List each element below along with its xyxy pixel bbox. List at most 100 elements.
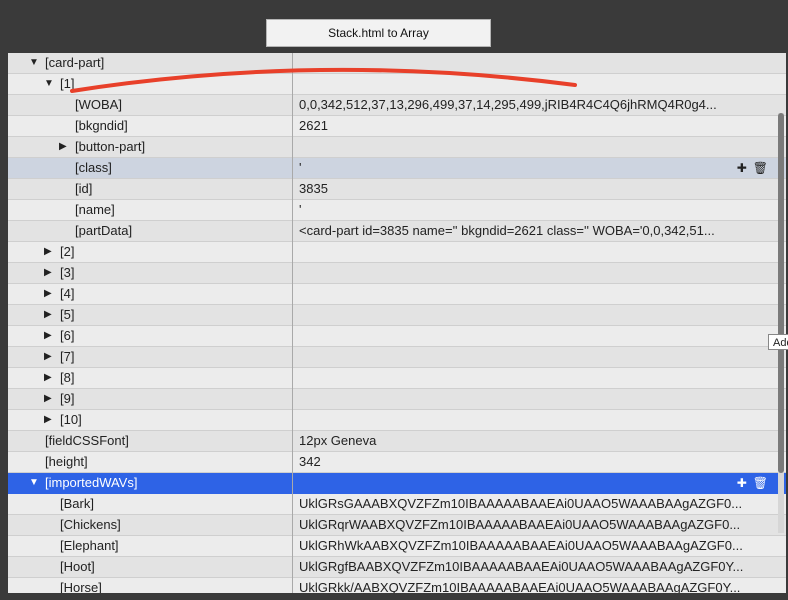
tree-row[interactable]: [fieldCSSFont] 12px Geneva <box>8 431 786 452</box>
tree-row[interactable]: [Chickens] UklGRqrWAABXQVZFZm10IBAAAAABAA… <box>8 515 786 536</box>
trash-icon[interactable]: 🗑 <box>753 476 768 490</box>
row-key: [8] <box>60 370 75 385</box>
scrollbar-thumb[interactable] <box>778 113 784 473</box>
collapse-triangle-icon[interactable]: ▼ <box>44 74 54 94</box>
row-key: [id] <box>75 181 93 196</box>
tree-row[interactable]: [partData] <card-part id=3835 name='' bkg… <box>8 221 786 242</box>
row-key: [10] <box>60 412 82 427</box>
tree-view: ▼ [card-part] ▼ [1] [WOBA] 0,0,342,512,37,13,… <box>8 53 786 593</box>
tree-row[interactable]: [Horse] UklGRkk/AABXQVZFZm10IBAAAAABAAEAi… <box>8 578 786 593</box>
row-value[interactable] <box>299 410 753 430</box>
row-value[interactable] <box>299 368 753 388</box>
row-key: [4] <box>60 286 75 301</box>
row-value[interactable]: UklGRhWkAABXQVZFZm10IBAAAAABAAEAi0UAAO5W… <box>299 536 753 556</box>
row-value[interactable] <box>299 473 753 493</box>
tree-row[interactable]: ▶ [9] <box>8 389 786 410</box>
collapse-triangle-icon[interactable]: ▼ <box>29 53 39 73</box>
row-key: [Horse] <box>60 580 102 593</box>
row-value[interactable] <box>299 137 753 157</box>
row-key: [Elephant] <box>60 538 119 553</box>
row-value[interactable] <box>299 305 753 325</box>
row-key: [class] <box>75 160 112 175</box>
tree-row[interactable]: ▼ [importedWAVs] ✚ 🗑 <box>8 473 786 494</box>
row-value[interactable]: ' <box>299 158 753 178</box>
expand-triangle-icon[interactable]: ▶ <box>44 389 52 409</box>
row-value[interactable] <box>299 263 753 283</box>
row-value[interactable]: 0,0,342,512,37,13,296,499,37,14,295,499,… <box>299 95 753 115</box>
expand-triangle-icon[interactable]: ▶ <box>44 368 52 388</box>
row-actions: ✚ 🗑 <box>731 473 768 493</box>
expand-triangle-icon[interactable]: ▶ <box>44 326 52 346</box>
row-key: [6] <box>60 328 75 343</box>
row-value[interactable] <box>299 389 753 409</box>
row-value[interactable]: 342 <box>299 452 753 472</box>
row-key: [5] <box>60 307 75 322</box>
expand-triangle-icon[interactable]: ▶ <box>44 284 52 304</box>
tree-row[interactable]: [bkgndid] 2621 <box>8 116 786 137</box>
row-key: [fieldCSSFont] <box>45 433 129 448</box>
row-key: [name] <box>75 202 115 217</box>
row-key: [importedWAVs] <box>45 475 138 490</box>
expand-triangle-icon[interactable]: ▶ <box>44 410 52 430</box>
tree-row[interactable]: [WOBA] 0,0,342,512,37,13,296,499,37,14,29… <box>8 95 786 116</box>
row-key: [partData] <box>75 223 133 238</box>
row-value[interactable]: UklGRqrWAABXQVZFZm10IBAAAAABAAEAi0UAAO5W… <box>299 515 753 535</box>
row-value[interactable]: UklGRgfBAABXQVZFZm10IBAAAAABAAEAi0UAAO5W… <box>299 557 753 577</box>
expand-triangle-icon[interactable]: ▶ <box>59 137 67 157</box>
tree-row[interactable]: [Hoot] UklGRgfBAABXQVZFZm10IBAAAAABAAEAi0… <box>8 557 786 578</box>
tree-row[interactable]: ▶ [5] <box>8 305 786 326</box>
expand-triangle-icon[interactable]: ▶ <box>44 305 52 325</box>
row-value[interactable] <box>299 347 753 367</box>
row-value[interactable] <box>299 326 753 346</box>
tree-row[interactable]: [class] ' ✚ 🗑 <box>8 158 786 179</box>
row-key: [height] <box>45 454 88 469</box>
column-divider[interactable] <box>292 53 293 593</box>
tree-row[interactable]: [id] 3835 <box>8 179 786 200</box>
bottom-bar <box>0 593 788 600</box>
row-key: [Hoot] <box>60 559 95 574</box>
tree-row[interactable]: [height] 342 <box>8 452 786 473</box>
row-value[interactable]: 12px Geneva <box>299 431 753 451</box>
row-key: [7] <box>60 349 75 364</box>
tree-row[interactable]: ▶ [7] <box>8 347 786 368</box>
row-value[interactable]: 2621 <box>299 116 753 136</box>
tree-row[interactable]: ▶ [3] <box>8 263 786 284</box>
row-value[interactable]: UklGRkk/AABXQVZFZm10IBAAAAABAAEAi0UAAO5W… <box>299 578 753 593</box>
plus-icon[interactable]: ✚ <box>737 476 747 490</box>
expand-triangle-icon[interactable]: ▶ <box>44 263 52 283</box>
row-actions: ✚ 🗑 <box>731 158 768 178</box>
row-key: [card-part] <box>45 55 105 70</box>
tree-row[interactable]: [name] ' <box>8 200 786 221</box>
tree-row[interactable]: [Bark] UklGRsGAAABXQVZFZm10IBAAAAABAAEAi0… <box>8 494 786 515</box>
row-value[interactable] <box>299 53 753 73</box>
expand-triangle-icon[interactable]: ▶ <box>44 242 52 262</box>
tree-row[interactable]: ▶ [8] <box>8 368 786 389</box>
tree-row[interactable]: ▶ [10] <box>8 410 786 431</box>
row-key: [bkgndid] <box>75 118 128 133</box>
add-tooltip: Add <box>768 334 788 350</box>
trash-icon[interactable]: 🗑 <box>753 161 768 175</box>
collapse-triangle-icon[interactable]: ▼ <box>29 473 39 493</box>
tree-row[interactable]: ▼ [card-part] <box>8 53 786 74</box>
row-key: [Chickens] <box>60 517 121 532</box>
expand-triangle-icon[interactable]: ▶ <box>44 347 52 367</box>
row-value[interactable] <box>299 74 753 94</box>
tree-row[interactable]: ▶ [2] <box>8 242 786 263</box>
plus-icon[interactable]: ✚ <box>737 161 747 175</box>
tree-row[interactable]: [Elephant] UklGRhWkAABXQVZFZm10IBAAAAABAA… <box>8 536 786 557</box>
tree-row[interactable]: ▶ [4] <box>8 284 786 305</box>
tree-row[interactable]: ▶ [button-part] <box>8 137 786 158</box>
tree-row[interactable]: ▼ [1] <box>8 74 786 95</box>
title-button[interactable]: Stack.html to Array <box>266 19 491 47</box>
tree-row[interactable]: ▶ [6] <box>8 326 786 347</box>
row-value[interactable]: UklGRsGAAABXQVZFZm10IBAAAAABAAEAi0UAAO5W… <box>299 494 753 514</box>
row-value[interactable]: 3835 <box>299 179 753 199</box>
row-key: [WOBA] <box>75 97 122 112</box>
row-key: [button-part] <box>75 139 146 154</box>
row-value[interactable]: ' <box>299 200 753 220</box>
row-key: [9] <box>60 391 75 406</box>
row-value[interactable]: <card-part id=3835 name='' bkgndid=2621 … <box>299 221 753 241</box>
row-value[interactable] <box>299 242 753 262</box>
row-value[interactable] <box>299 284 753 304</box>
row-key: [3] <box>60 265 75 280</box>
